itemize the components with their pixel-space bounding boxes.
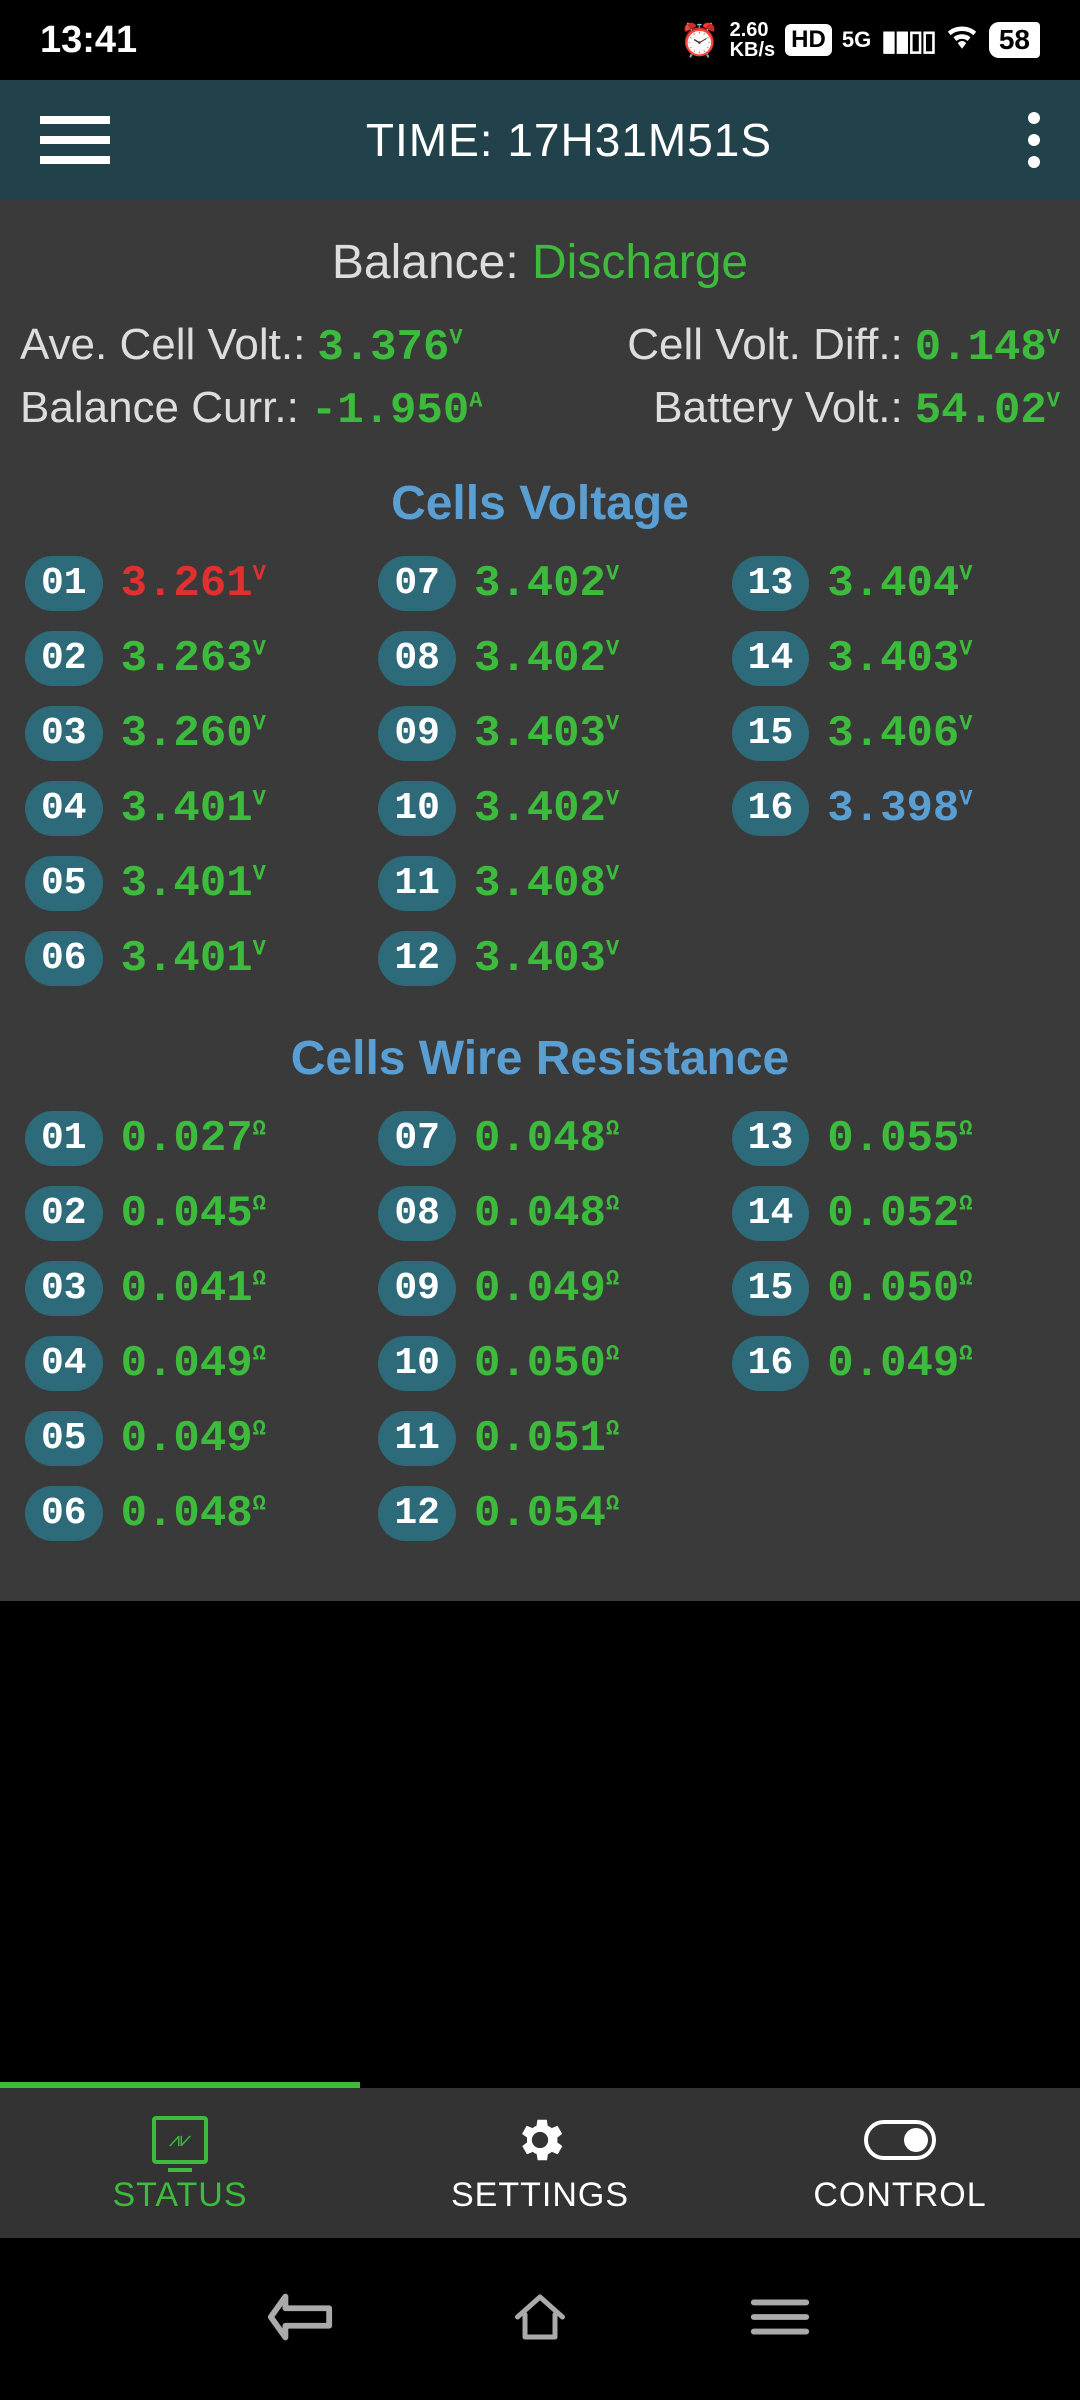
more-icon[interactable] — [1028, 112, 1040, 168]
signal-icon: ▮▮▯▯ — [881, 24, 935, 57]
resistance-cell-10: 100.050Ω — [378, 1336, 701, 1391]
monitor-icon: ⩘⩗ — [152, 2112, 208, 2168]
voltage-cell-12: 123.403V — [378, 931, 701, 986]
wifi-icon — [945, 22, 979, 58]
voltage-cell-01: 013.261V — [25, 556, 348, 611]
hd-badge: HD — [785, 24, 832, 56]
clock: 13:41 — [40, 19, 137, 62]
voltage-cells-grid: 013.261V 023.263V 033.260V 043.401V 053.… — [10, 556, 1070, 1016]
voltage-cell-06: 063.401V — [25, 931, 348, 986]
resistance-cells-grid: 010.027Ω 020.045Ω 030.041Ω 040.049Ω 050.… — [10, 1111, 1070, 1571]
resistance-section-title: Cells Wire Resistance — [10, 1031, 1070, 1086]
resistance-cell-08: 080.048Ω — [378, 1186, 701, 1241]
bottom-nav: ⩘⩗ STATUS SETTINGS CONTROL — [0, 2088, 1080, 2238]
resistance-cell-02: 020.045Ω — [25, 1186, 348, 1241]
home-button[interactable] — [505, 2292, 575, 2347]
resistance-cell-14: 140.052Ω — [732, 1186, 1055, 1241]
back-button[interactable] — [265, 2292, 335, 2347]
resistance-cell-05: 050.049Ω — [25, 1411, 348, 1466]
tab-status[interactable]: ⩘⩗ STATUS — [0, 2088, 360, 2238]
resistance-cell-11: 110.051Ω — [378, 1411, 701, 1466]
battery-level: 58 — [989, 22, 1040, 58]
network-speed: 2.60 KB/s — [730, 20, 776, 60]
resistance-cell-13: 130.055Ω — [732, 1111, 1055, 1166]
resistance-cell-06: 060.048Ω — [25, 1486, 348, 1541]
resistance-cell-04: 040.049Ω — [25, 1336, 348, 1391]
voltage-cell-16: 163.398V — [732, 781, 1055, 836]
balance-current: Balance Curr.: -1.950A — [20, 383, 530, 436]
network-type: 5G — [842, 27, 871, 53]
voltage-cell-11: 113.408V — [378, 856, 701, 911]
resistance-cell-16: 160.049Ω — [732, 1336, 1055, 1391]
stats-grid: Ave. Cell Volt.: 3.376V Cell Volt. Diff.… — [10, 320, 1070, 461]
resistance-cell-07: 070.048Ω — [378, 1111, 701, 1166]
system-nav — [0, 2238, 1080, 2400]
voltage-cell-02: 023.263V — [25, 631, 348, 686]
voltage-cell-14: 143.403V — [732, 631, 1055, 686]
balance-status: Balance: Discharge — [10, 235, 1070, 290]
voltage-cell-15: 153.406V — [732, 706, 1055, 761]
voltage-cell-05: 053.401V — [25, 856, 348, 911]
voltage-section-title: Cells Voltage — [10, 476, 1070, 531]
resistance-cell-12: 120.054Ω — [378, 1486, 701, 1541]
battery-voltage: Battery Volt.: 54.02V — [550, 383, 1060, 436]
tab-settings[interactable]: SETTINGS — [360, 2088, 720, 2238]
alarm-icon: ⏰ — [680, 21, 720, 59]
menu-icon[interactable] — [40, 116, 110, 164]
toggle-icon — [864, 2112, 936, 2168]
gear-icon — [512, 2112, 568, 2168]
voltage-cell-04: 043.401V — [25, 781, 348, 836]
resistance-cell-01: 010.027Ω — [25, 1111, 348, 1166]
resistance-cell-15: 150.050Ω — [732, 1261, 1055, 1316]
cell-voltage-diff: Cell Volt. Diff.: 0.148V — [550, 320, 1060, 373]
voltage-cell-13: 133.404V — [732, 556, 1055, 611]
balance-value: Discharge — [532, 236, 748, 289]
voltage-cell-10: 103.402V — [378, 781, 701, 836]
main-content: Balance: Discharge Ave. Cell Volt.: 3.37… — [0, 200, 1080, 1601]
recents-button[interactable] — [745, 2292, 815, 2347]
voltage-cell-03: 033.260V — [25, 706, 348, 761]
balance-label: Balance: — [332, 236, 532, 289]
resistance-cell-03: 030.041Ω — [25, 1261, 348, 1316]
status-indicators: ⏰ 2.60 KB/s HD 5G ▮▮▯▯ 58 — [680, 20, 1040, 60]
voltage-cell-07: 073.402V — [378, 556, 701, 611]
system-status-bar: 13:41 ⏰ 2.60 KB/s HD 5G ▮▮▯▯ 58 — [0, 0, 1080, 80]
app-header: TIME: 17H31M51S — [0, 80, 1080, 200]
resistance-cell-09: 090.049Ω — [378, 1261, 701, 1316]
tab-control[interactable]: CONTROL — [720, 2088, 1080, 2238]
page-title: TIME: 17H31M51S — [366, 113, 772, 167]
voltage-cell-08: 083.402V — [378, 631, 701, 686]
voltage-cell-09: 093.403V — [378, 706, 701, 761]
avg-cell-voltage: Ave. Cell Volt.: 3.376V — [20, 320, 530, 373]
